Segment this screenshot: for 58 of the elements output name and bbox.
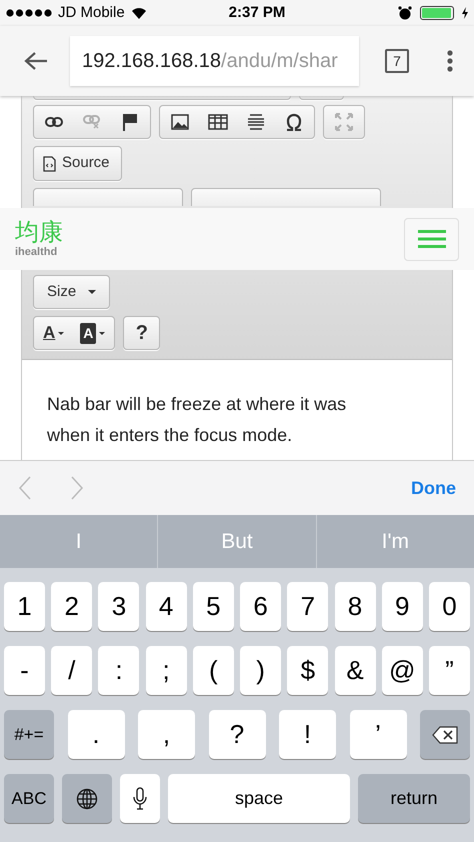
keyboard-key[interactable]: 7 [287, 582, 328, 631]
globe-key[interactable] [62, 774, 112, 823]
keyboard-key[interactable]: . [68, 710, 124, 759]
mode-key[interactable]: #+= [4, 710, 54, 759]
keyboard-key[interactable]: 2 [51, 582, 92, 631]
text-color-button[interactable]: A [43, 320, 64, 346]
url-text: 192.168.168.18/andu/m/shar [82, 49, 338, 74]
caret-icon [88, 290, 96, 294]
more-menu-icon[interactable] [447, 50, 453, 72]
document-icon [43, 156, 56, 172]
keyboard-key[interactable]: 4 [146, 582, 187, 631]
size-dropdown[interactable]: Size [33, 275, 110, 309]
wifi-icon [130, 7, 147, 19]
microphone-key[interactable] [120, 774, 160, 823]
keyboard-key[interactable]: ) [240, 646, 282, 695]
return-key[interactable]: return [358, 774, 470, 823]
keyboard-key[interactable]: & [334, 646, 376, 695]
signal-icon [6, 9, 52, 17]
backspace-icon [432, 726, 458, 744]
done-button[interactable]: Done [411, 474, 456, 502]
clock-time: 2:37 PM [228, 2, 286, 23]
keyboard-key[interactable]: 0 [428, 582, 470, 631]
keyboard-key[interactable]: 1 [4, 582, 45, 631]
caret-icon [99, 332, 106, 334]
address-field[interactable]: 192.168.168.18/andu/m/shar [70, 36, 359, 86]
keyboard-key[interactable]: ( [192, 646, 234, 695]
microphone-icon [133, 786, 147, 810]
backspace-key[interactable] [420, 710, 470, 759]
keyboard-key[interactable]: - [4, 646, 45, 695]
menu-icon [418, 230, 446, 248]
keyboard-key[interactable]: ” [428, 646, 470, 695]
help-button[interactable]: ? [123, 316, 160, 350]
keyboard-key[interactable]: $ [287, 646, 328, 695]
carrier-name: JD Mobile [58, 2, 125, 23]
space-key[interactable]: space [168, 774, 350, 823]
keyboard-key[interactable]: 8 [334, 582, 376, 631]
editor-body-text: Nab bar will be freeze at where it was when it enters the focus mode. [47, 393, 348, 447]
logo-subtitle: ihealthd [15, 246, 58, 258]
keyboard-key[interactable]: 6 [240, 582, 282, 631]
source-button[interactable]: Source [33, 146, 122, 181]
keyboard-key[interactable]: ’ [350, 710, 406, 759]
alarm-icon [398, 6, 412, 20]
keyboard-key[interactable]: ! [279, 710, 336, 759]
logo-text: 均康 [15, 220, 63, 244]
charging-icon [462, 7, 468, 19]
keyboard-key[interactable]: / [51, 646, 92, 695]
keyboard-key[interactable]: ? [208, 710, 266, 759]
mode-key[interactable]: ABC [4, 774, 54, 823]
keyboard-key[interactable]: ; [146, 646, 187, 695]
keyboard-key[interactable]: , [138, 710, 195, 759]
keyboard-key[interactable]: : [98, 646, 140, 695]
keyboard-key[interactable]: @ [382, 646, 423, 695]
globe-icon [76, 788, 98, 810]
keyboard-key[interactable]: 5 [192, 582, 234, 631]
keyboard-key[interactable]: 9 [382, 582, 423, 631]
keyboard-key[interactable]: 3 [98, 582, 140, 631]
tab-count-button[interactable]: 7 [385, 49, 409, 73]
caret-icon [58, 332, 64, 334]
